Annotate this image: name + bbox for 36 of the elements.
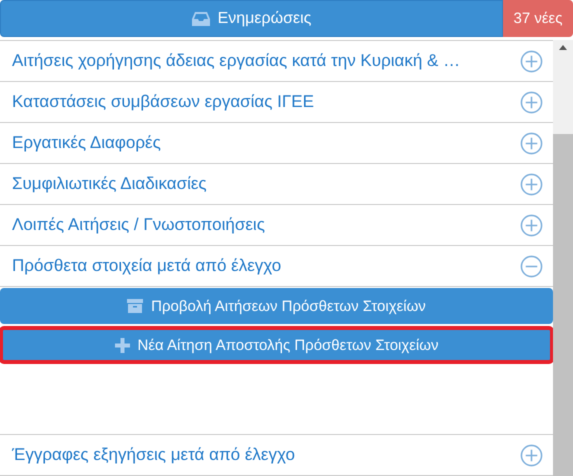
collapse-toggle[interactable]: [520, 254, 543, 278]
accordion-row[interactable]: Συμφιλιωτικές Διαδικασίες: [0, 164, 553, 205]
accordion-row[interactable]: Πρόσθετα στοιχεία μετά από έλεγχο: [0, 246, 553, 287]
expand-toggle[interactable]: [520, 90, 543, 114]
section-title: Εργατικές Διαφορές: [12, 133, 161, 153]
plus-icon: [114, 338, 130, 352]
section-title: Καταστάσεις συμβάσεων εργασίας ΙΓΕΕ: [12, 92, 314, 112]
updates-button[interactable]: Ενημερώσεις: [0, 0, 503, 37]
accordion-row[interactable]: Καταστάσεις συμβάσεων εργασίας ΙΓΕΕ: [0, 82, 553, 123]
new-count-badge: 37 νέες: [503, 0, 573, 37]
plus-circle-icon: [520, 444, 543, 466]
expand-toggle[interactable]: [520, 214, 543, 236]
section-title: Αιτήσεις χορήγησης άδειας εργασίας κατά την Κυριακή & …: [12, 51, 460, 71]
section-title: Πρόσθετα στοιχεία μετά από έλεγχο: [12, 256, 282, 276]
expand-toggle[interactable]: [520, 132, 543, 154]
expand-toggle[interactable]: [520, 50, 543, 72]
minus-circle-icon: [520, 254, 543, 278]
inbox-icon: [192, 12, 210, 26]
accordion-row[interactable]: Έγγραφες εξηγήσεις μετά από έλεγχο: [0, 435, 553, 476]
plus-circle-icon: [520, 50, 543, 72]
plus-circle-icon: [520, 132, 543, 154]
archive-icon: [127, 298, 144, 314]
expand-toggle[interactable]: [520, 444, 543, 466]
section-title: Λοιπές Αιτήσεις / Γνωστοποιήσεις: [12, 215, 265, 235]
section-title: Συμφιλιωτικές Διαδικασίες: [12, 174, 207, 194]
section-title: Έγγραφες εξηγήσεις μετά από έλεγχο: [12, 445, 295, 465]
action-button[interactable]: Προβολή Αιτήσεων Πρόσθετων Στοιχείων: [0, 288, 553, 324]
plus-circle-icon: [520, 214, 543, 236]
plus-circle-icon: [520, 90, 543, 114]
accordion-row[interactable]: Αιτήσεις χορήγησης άδειας εργασίας κατά την Κυριακή & …: [0, 41, 553, 82]
accordion-row[interactable]: Λοιπές Αιτήσεις / Γνωστοποιήσεις: [0, 205, 553, 246]
scrollbar[interactable]: [553, 40, 573, 476]
accordion-row[interactable]: Εργατικές Διαφορές: [0, 123, 553, 164]
plus-circle-icon: [520, 172, 543, 196]
expand-toggle[interactable]: [520, 172, 543, 196]
action-button[interactable]: Νέα Αίτηση Αποστολής Πρόσθετων Στοιχείων: [0, 327, 553, 363]
